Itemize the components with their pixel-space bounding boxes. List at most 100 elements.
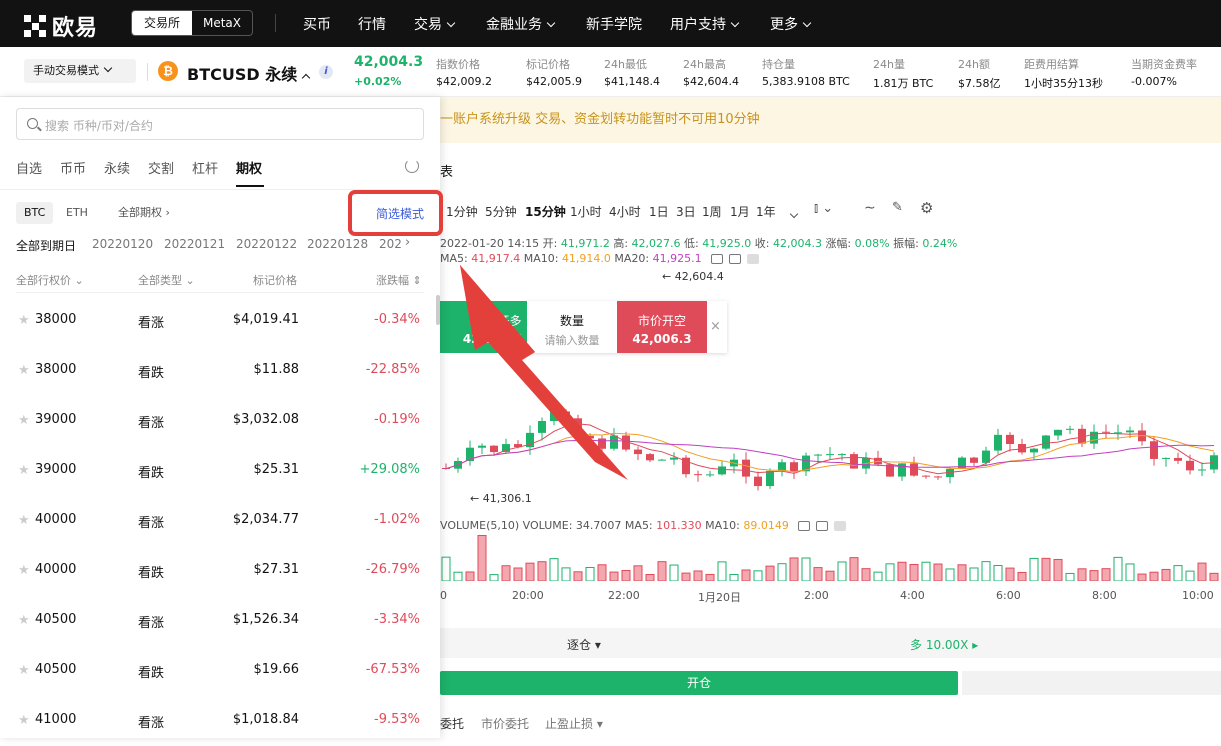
chevron-down-icon[interactable] bbox=[789, 209, 799, 219]
category-tab-4[interactable]: 杠杆 bbox=[192, 158, 218, 177]
eye-icon[interactable] bbox=[798, 521, 811, 531]
timeframe-1[interactable]: 5分钟 bbox=[485, 203, 517, 220]
gear-icon[interactable] bbox=[729, 254, 742, 264]
timeframe-5[interactable]: 1日 bbox=[649, 203, 669, 220]
volume-bar bbox=[1137, 573, 1147, 581]
close-icon[interactable]: × bbox=[710, 319, 721, 334]
volume-bar bbox=[693, 570, 703, 581]
tab-exchange[interactable]: 交易所 bbox=[132, 11, 192, 35]
option-type: 看涨 bbox=[138, 716, 165, 731]
leverage-select[interactable]: 多 10.00X ▸ bbox=[910, 636, 978, 653]
category-tab-2[interactable]: 永续 bbox=[104, 158, 130, 177]
strike-filter[interactable]: 全部行权价 ⌄ bbox=[16, 272, 84, 288]
close-icon[interactable] bbox=[747, 254, 760, 264]
gear-icon[interactable] bbox=[816, 521, 829, 531]
category-tab-0[interactable]: 自选 bbox=[16, 158, 42, 177]
expiry-date-filter-3[interactable]: 20220122 bbox=[236, 237, 297, 251]
timeframe-9[interactable]: 1年 bbox=[756, 203, 776, 220]
option-type: 看跌 bbox=[138, 366, 165, 381]
option-row[interactable]: ★ 39000 看跌 $25.31 +29.08% bbox=[0, 446, 440, 496]
settings-gear-icon[interactable]: ⚙ bbox=[920, 199, 933, 217]
expiry-date-filter-1[interactable]: 20220120 bbox=[92, 237, 153, 251]
expiry-date-filter-2[interactable]: 20220121 bbox=[164, 237, 225, 251]
star-icon[interactable]: ★ bbox=[18, 563, 30, 578]
open-position-button[interactable]: 开仓 bbox=[440, 671, 958, 695]
nav-item-2[interactable]: 交易 bbox=[414, 14, 456, 34]
star-icon[interactable]: ★ bbox=[18, 413, 30, 428]
candle-body bbox=[778, 462, 786, 471]
option-row[interactable]: ★ 38000 看跌 $11.88 -22.85% bbox=[0, 346, 440, 396]
star-icon[interactable]: ★ bbox=[18, 363, 30, 378]
instrument-symbol[interactable]: BTCUSD 永续 bbox=[187, 61, 311, 85]
expiry-date-filter-4[interactable]: 20220128 bbox=[307, 237, 368, 251]
candle-body bbox=[766, 470, 774, 487]
volume-bar bbox=[1053, 558, 1063, 581]
category-tab-5[interactable]: 期权 bbox=[236, 158, 262, 177]
candle-body bbox=[706, 474, 714, 476]
nav-item-1[interactable]: 行情 bbox=[358, 14, 386, 34]
option-row[interactable]: ★ 40500 看涨 $1,526.34 -3.34% bbox=[0, 596, 440, 646]
timeframe-6[interactable]: 3日 bbox=[676, 203, 696, 220]
trading-mode-select[interactable]: 手动交易模式 bbox=[24, 59, 136, 83]
change-sort-header[interactable]: 涨跌幅 ⇕ bbox=[376, 272, 422, 288]
category-tab-3[interactable]: 交割 bbox=[148, 158, 174, 177]
coin-filter-btc[interactable]: BTC bbox=[16, 202, 54, 224]
nav-item-0[interactable]: 买币 bbox=[303, 14, 331, 34]
timeframe-8[interactable]: 1月 bbox=[730, 203, 750, 220]
star-icon[interactable]: ★ bbox=[18, 513, 30, 528]
draw-tool-icon[interactable]: ✎ bbox=[892, 200, 903, 215]
star-icon[interactable]: ★ bbox=[18, 663, 30, 678]
order-tab-tpsl[interactable]: 止盈止损 ▾ bbox=[545, 715, 603, 732]
chart-tab[interactable]: 表 bbox=[440, 161, 453, 180]
mark-price: $1,018.84 bbox=[232, 712, 299, 727]
type-filter[interactable]: 全部类型 ⌄ bbox=[138, 272, 195, 288]
star-icon[interactable]: ★ bbox=[18, 313, 30, 328]
margin-mode-select[interactable]: 逐仓 ▾ bbox=[567, 636, 601, 653]
okx-logo-icon bbox=[24, 15, 46, 37]
info-icon[interactable]: i bbox=[319, 65, 333, 79]
chevron-right-icon[interactable]: › bbox=[405, 235, 410, 250]
open-short-button[interactable] bbox=[962, 671, 1221, 695]
order-tab-limit[interactable]: 委托 bbox=[440, 715, 464, 732]
logo[interactable]: 欧易 bbox=[24, 10, 98, 42]
expiry-date-filter-5[interactable]: 202 bbox=[379, 237, 402, 251]
star-icon[interactable]: ★ bbox=[18, 613, 30, 628]
eye-icon[interactable] bbox=[711, 254, 724, 264]
volume-bar bbox=[789, 557, 799, 581]
option-row[interactable]: ★ 40000 看涨 $2,034.77 -1.02% bbox=[0, 496, 440, 546]
option-row[interactable]: ★ 39000 看涨 $3,032.08 -0.19% bbox=[0, 396, 440, 446]
nav-item-6[interactable]: 更多 bbox=[770, 14, 812, 34]
all-options-filter[interactable]: 全部期权 › bbox=[110, 202, 178, 224]
nav-item-4[interactable]: 新手学院 bbox=[586, 14, 642, 34]
timeframe-3[interactable]: 1小时 bbox=[570, 203, 602, 220]
tab-metax[interactable]: MetaX bbox=[192, 11, 252, 35]
mark-price-header: 标记价格 bbox=[253, 274, 297, 287]
volume-bar bbox=[957, 564, 967, 581]
option-row[interactable]: ★ 40500 看跌 $19.66 -67.53% bbox=[0, 646, 440, 696]
indicator-icon[interactable]: ∼ bbox=[864, 200, 876, 216]
nav-item-5[interactable]: 用户支持 bbox=[670, 14, 740, 34]
ticker-stat: 24h最低 $41,148.4 bbox=[604, 58, 660, 88]
option-row[interactable]: ★ 41000 看涨 $1,018.84 -9.53% bbox=[0, 696, 440, 746]
star-icon[interactable]: ★ bbox=[18, 713, 30, 728]
expiry-date-filter-0[interactable]: 全部到期日 bbox=[16, 237, 76, 254]
candle-body bbox=[658, 459, 666, 461]
coin-filter-eth[interactable]: ETH bbox=[58, 202, 96, 224]
category-tab-1[interactable]: 币币 bbox=[60, 158, 86, 177]
timeframe-7[interactable]: 1周 bbox=[702, 203, 722, 220]
nav-item-3[interactable]: 金融业务 bbox=[486, 14, 556, 34]
close-icon[interactable] bbox=[834, 521, 847, 531]
refresh-icon[interactable] bbox=[405, 159, 419, 173]
option-row[interactable]: ★ 38000 看涨 $4,019.41 -0.34% bbox=[0, 296, 440, 346]
option-type: 看涨 bbox=[138, 616, 165, 631]
timeframe-2[interactable]: 15分钟 bbox=[525, 203, 566, 220]
candle-type-icon[interactable]: ⫾ ⌄ bbox=[814, 201, 833, 216]
volume-bar bbox=[585, 566, 595, 581]
order-tab-market[interactable]: 市价委托 bbox=[481, 715, 529, 732]
search-input[interactable]: 搜索 币种/币对/合约 bbox=[16, 108, 424, 140]
timeframe-0[interactable]: 1分钟 bbox=[446, 203, 478, 220]
timeframe-4[interactable]: 4小时 bbox=[609, 203, 641, 220]
option-row[interactable]: ★ 40000 看跌 $27.31 -26.79% bbox=[0, 546, 440, 596]
mark-price: $19.66 bbox=[253, 662, 300, 677]
star-icon[interactable]: ★ bbox=[18, 463, 30, 478]
